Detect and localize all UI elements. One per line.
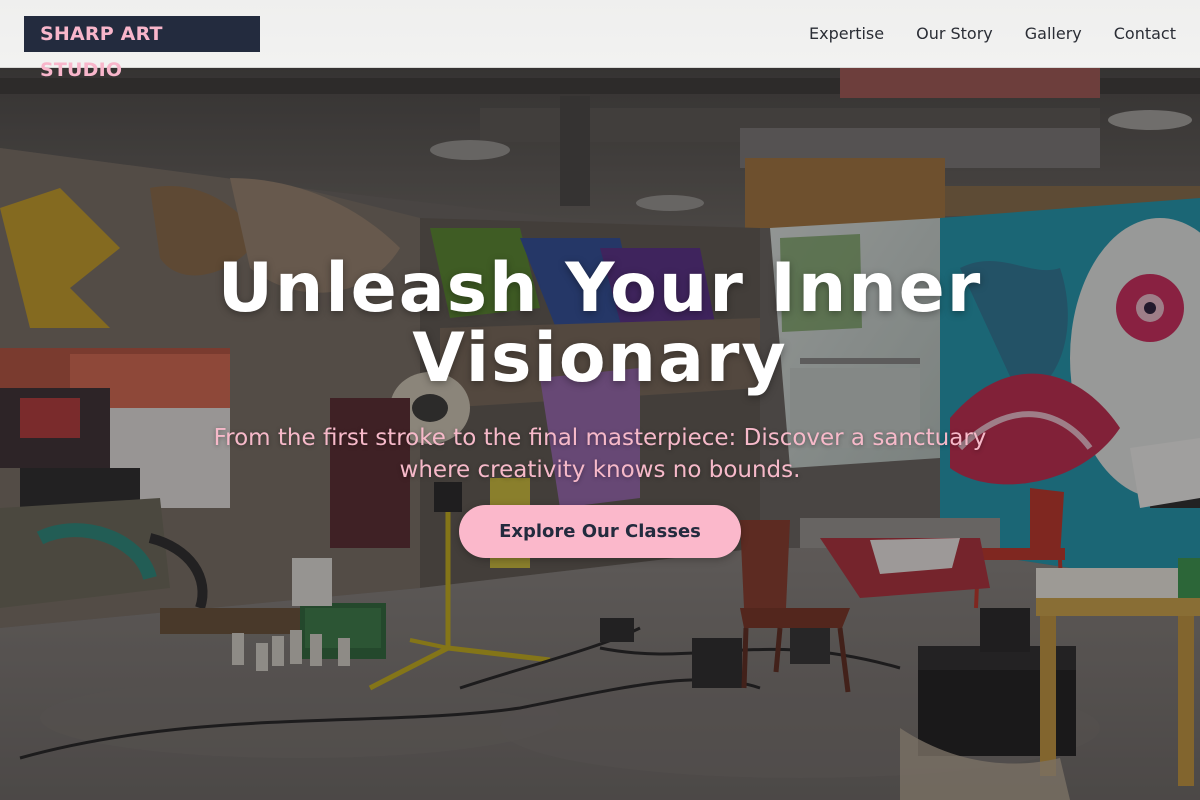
nav-item-gallery: Gallery bbox=[1025, 24, 1082, 43]
brand-logo[interactable]: SHARP ART STUDIO bbox=[24, 15, 260, 81]
nav-link-contact[interactable]: Contact bbox=[1114, 24, 1176, 43]
hero-section: Unleash Your Inner Visionary From the fi… bbox=[0, 68, 1200, 800]
hero-content: Unleash Your Inner Visionary From the fi… bbox=[0, 68, 1200, 800]
hero-subtitle: From the first stroke to the final maste… bbox=[213, 425, 987, 483]
explore-classes-button[interactable]: Explore Our Classes bbox=[459, 505, 741, 558]
nav-links: Expertise Our Story Gallery Contact bbox=[809, 24, 1176, 43]
main-nav: Expertise Our Story Gallery Contact bbox=[809, 24, 1176, 43]
site-header: SHARP ART STUDIO Expertise Our Story Gal… bbox=[0, 0, 1200, 81]
nav-link-expertise[interactable]: Expertise bbox=[809, 24, 884, 43]
nav-link-gallery[interactable]: Gallery bbox=[1025, 24, 1082, 43]
hero-title: Unleash Your Inner Visionary bbox=[217, 249, 983, 398]
nav-item-contact: Contact bbox=[1114, 24, 1176, 43]
nav-link-our-story[interactable]: Our Story bbox=[916, 24, 993, 43]
nav-item-expertise: Expertise bbox=[809, 24, 884, 43]
nav-item-our-story: Our Story bbox=[916, 24, 993, 43]
